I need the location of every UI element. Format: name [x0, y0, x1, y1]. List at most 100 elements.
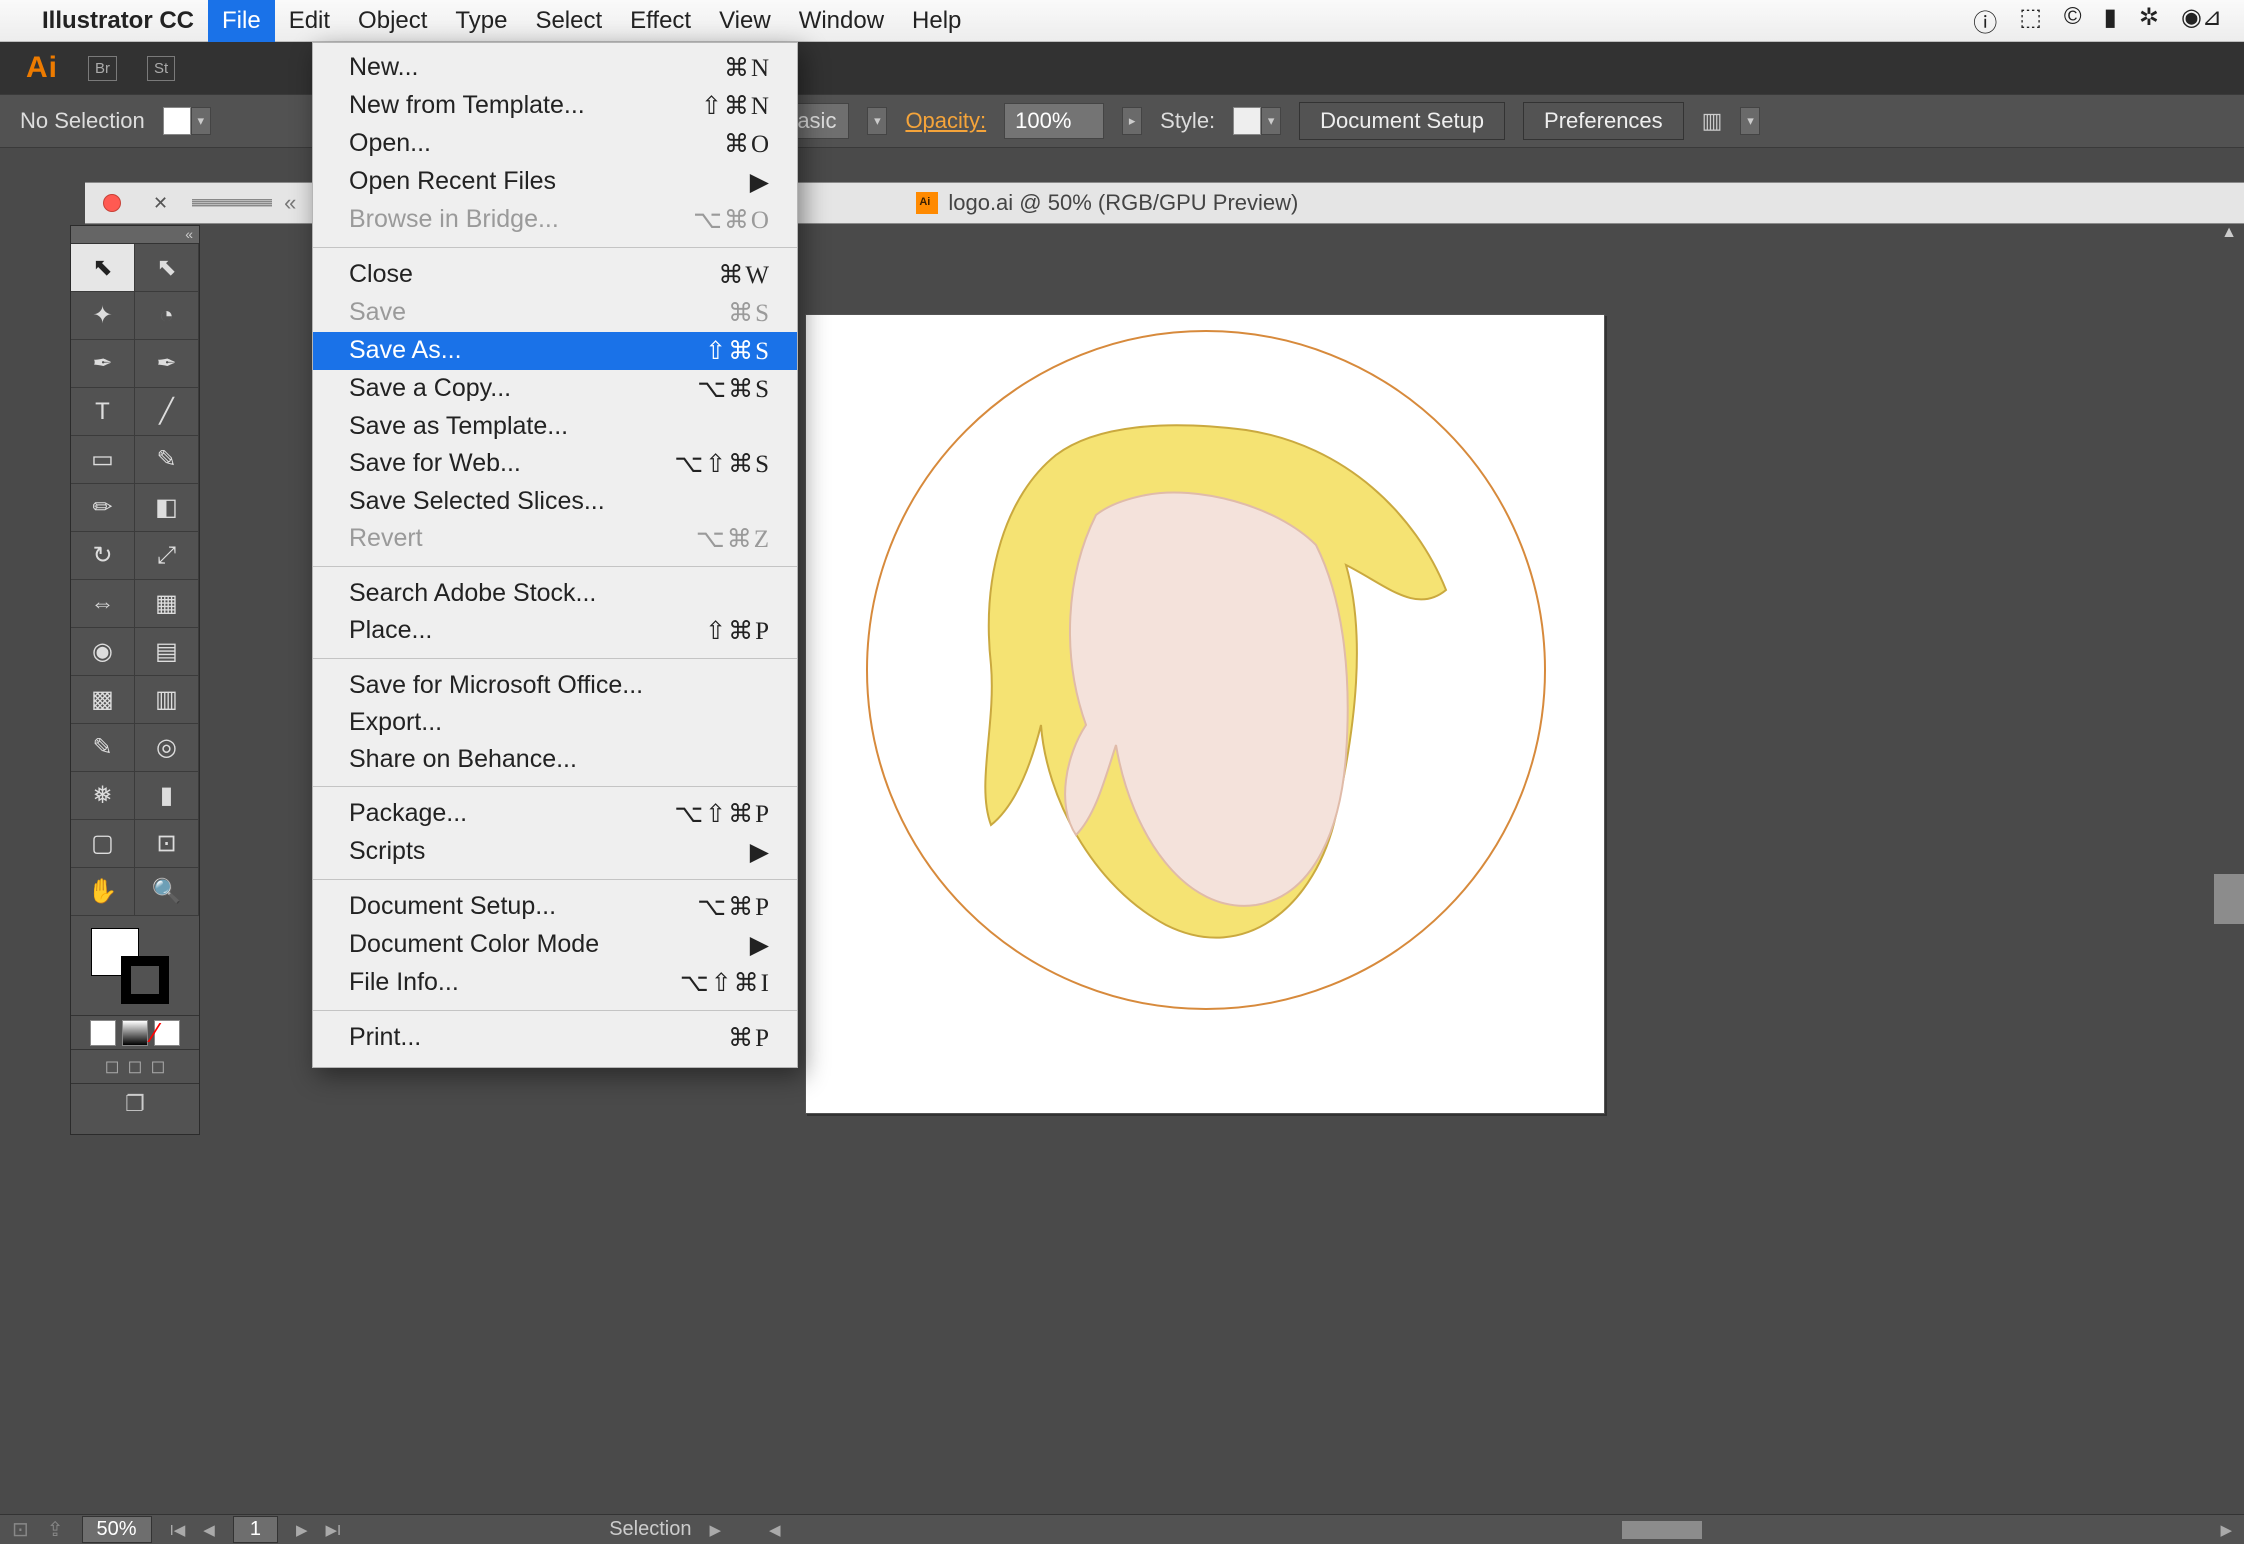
menu-help[interactable]: Help: [898, 0, 975, 42]
file-menu-open-recent-files[interactable]: Open Recent Files▶: [313, 163, 797, 201]
lasso-tool[interactable]: ◔: [135, 292, 199, 340]
tools-collapse[interactable]: «: [71, 226, 199, 244]
fill-swatch[interactable]: [163, 107, 191, 135]
file-menu-save-for-microsoft-office[interactable]: Save for Microsoft Office...: [313, 667, 797, 704]
draw-behind-icon[interactable]: ◻: [128, 1056, 143, 1077]
prev-artboard[interactable]: ◀: [203, 1521, 215, 1539]
perspective-grid-tool[interactable]: ▤: [135, 628, 199, 676]
file-menu-search-adobe-stock[interactable]: Search Adobe Stock...: [313, 575, 797, 612]
hand-tool[interactable]: ✋: [71, 868, 135, 916]
zoom-level[interactable]: 50%: [82, 1516, 152, 1543]
menu-type[interactable]: Type: [441, 0, 521, 42]
column-graph-tool[interactable]: ▮: [135, 772, 199, 820]
export-icon[interactable]: ⇪: [47, 1517, 64, 1542]
line-tool[interactable]: ╱: [135, 388, 199, 436]
slice-tool[interactable]: ⊡: [135, 820, 199, 868]
vertical-scrollbar[interactable]: ▲: [2214, 224, 2244, 1514]
misc-icon[interactable]: ✲: [2139, 3, 2159, 38]
hscroll-left[interactable]: ◀: [769, 1521, 781, 1539]
file-menu-export[interactable]: Export...: [313, 704, 797, 741]
menu-view[interactable]: View: [705, 0, 785, 42]
opacity-input[interactable]: 100%: [1004, 103, 1104, 139]
preferences-button[interactable]: Preferences: [1523, 102, 1684, 140]
brush-dropdown[interactable]: ▾: [867, 107, 887, 135]
stock-badge[interactable]: St: [147, 56, 175, 81]
align-pixel-icon[interactable]: ▥: [1702, 108, 1723, 134]
close-tab-icon[interactable]: ✕: [153, 193, 168, 214]
fill-stroke-control[interactable]: [71, 916, 199, 1016]
menu-file[interactable]: File: [208, 0, 275, 42]
file-menu-file-info[interactable]: File Info...⌥⇧⌘I: [313, 964, 797, 1002]
dropbox-icon[interactable]: ⬚: [2019, 3, 2042, 38]
file-menu-new[interactable]: New...⌘N: [313, 49, 797, 87]
wifi-icon[interactable]: ◉⊿: [2181, 3, 2222, 38]
pen-tool[interactable]: ✒: [71, 340, 135, 388]
hscroll-thumb[interactable]: [1622, 1521, 1702, 1539]
curvature-tool[interactable]: ✒: [135, 340, 199, 388]
bookmark-icon[interactable]: ▮: [2104, 3, 2117, 38]
file-menu-save-for-web[interactable]: Save for Web...⌥⇧⌘S: [313, 445, 797, 483]
tab-collapse-icon[interactable]: «: [284, 190, 296, 216]
pencil-tool[interactable]: ✏: [71, 484, 135, 532]
status-menu[interactable]: ▶: [709, 1521, 721, 1539]
file-menu-package[interactable]: Package...⌥⇧⌘P: [313, 795, 797, 833]
file-menu-save-a-copy[interactable]: Save a Copy...⌥⌘S: [313, 370, 797, 408]
file-menu-document-setup[interactable]: Document Setup...⌥⌘P: [313, 888, 797, 926]
last-artboard[interactable]: ▶I: [325, 1521, 341, 1539]
blend-tool[interactable]: ◎: [135, 724, 199, 772]
control-more-dropdown[interactable]: ▾: [1740, 107, 1760, 135]
opacity-label[interactable]: Opacity:: [905, 108, 986, 134]
eraser-tool[interactable]: ◧: [135, 484, 199, 532]
scroll-up-arrow[interactable]: ▲: [2214, 224, 2244, 242]
rotate-tool[interactable]: ↻: [71, 532, 135, 580]
menu-effect[interactable]: Effect: [616, 0, 705, 42]
gradient-tool[interactable]: ▥: [135, 676, 199, 724]
file-menu-save-selected-slices[interactable]: Save Selected Slices...: [313, 483, 797, 520]
next-artboard[interactable]: ▶: [296, 1521, 308, 1539]
artboard[interactable]: [805, 314, 1605, 1114]
menu-edit[interactable]: Edit: [275, 0, 344, 42]
file-menu-close[interactable]: Close⌘W: [313, 256, 797, 294]
hscroll-right[interactable]: ▶: [2220, 1521, 2232, 1539]
info-icon[interactable]: ⓘ: [1973, 3, 1997, 38]
scale-tool[interactable]: ⤢: [135, 532, 199, 580]
stroke-color-box[interactable]: [121, 956, 169, 1004]
width-tool[interactable]: ⇔: [71, 580, 135, 628]
document-setup-button[interactable]: Document Setup: [1299, 102, 1505, 140]
gpu-icon[interactable]: ⊡: [12, 1517, 29, 1542]
artboard-number[interactable]: 1: [233, 1516, 278, 1543]
screen-mode-button[interactable]: ❐: [71, 1084, 199, 1124]
file-menu-print[interactable]: Print...⌘P: [313, 1019, 797, 1057]
color-gradient[interactable]: [122, 1020, 148, 1046]
first-artboard[interactable]: I◀: [170, 1521, 186, 1539]
file-menu-save-as[interactable]: Save As...⇧⌘S: [313, 332, 797, 370]
color-solid[interactable]: [90, 1020, 116, 1046]
menu-select[interactable]: Select: [521, 0, 616, 42]
document-tab[interactable]: logo.ai @ 50% (RGB/GPU Preview): [916, 190, 1298, 216]
file-menu-place[interactable]: Place...⇧⌘P: [313, 612, 797, 650]
menu-window[interactable]: Window: [785, 0, 898, 42]
bridge-badge[interactable]: Br: [88, 56, 117, 81]
rectangle-tool[interactable]: ▭: [71, 436, 135, 484]
close-window-button[interactable]: [103, 194, 121, 212]
mesh-tool[interactable]: ▩: [71, 676, 135, 724]
scroll-thumb[interactable]: [2214, 874, 2244, 924]
fill-dropdown[interactable]: ▾: [191, 107, 211, 135]
tab-grip[interactable]: [192, 199, 272, 207]
file-menu-document-color-mode[interactable]: Document Color Mode▶: [313, 926, 797, 964]
shape-builder-tool[interactable]: ◉: [71, 628, 135, 676]
magic-wand-tool[interactable]: ✦: [71, 292, 135, 340]
style-swatch[interactable]: [1233, 107, 1261, 135]
paintbrush-tool[interactable]: ✎: [135, 436, 199, 484]
free-transform-tool[interactable]: ▦: [135, 580, 199, 628]
style-dropdown[interactable]: ▾: [1261, 107, 1281, 135]
color-none[interactable]: ⁄: [154, 1020, 180, 1046]
direct-selection-tool[interactable]: ⬉: [135, 244, 199, 292]
file-menu-save-as-template[interactable]: Save as Template...: [313, 408, 797, 445]
file-menu-scripts[interactable]: Scripts▶: [313, 833, 797, 871]
artwork-face[interactable]: [946, 415, 1466, 975]
app-menu[interactable]: Illustrator CC: [28, 0, 208, 42]
draw-inside-icon[interactable]: ◻: [150, 1056, 165, 1077]
artboard-tool[interactable]: ▢: [71, 820, 135, 868]
cc-icon[interactable]: ©: [2064, 3, 2082, 38]
